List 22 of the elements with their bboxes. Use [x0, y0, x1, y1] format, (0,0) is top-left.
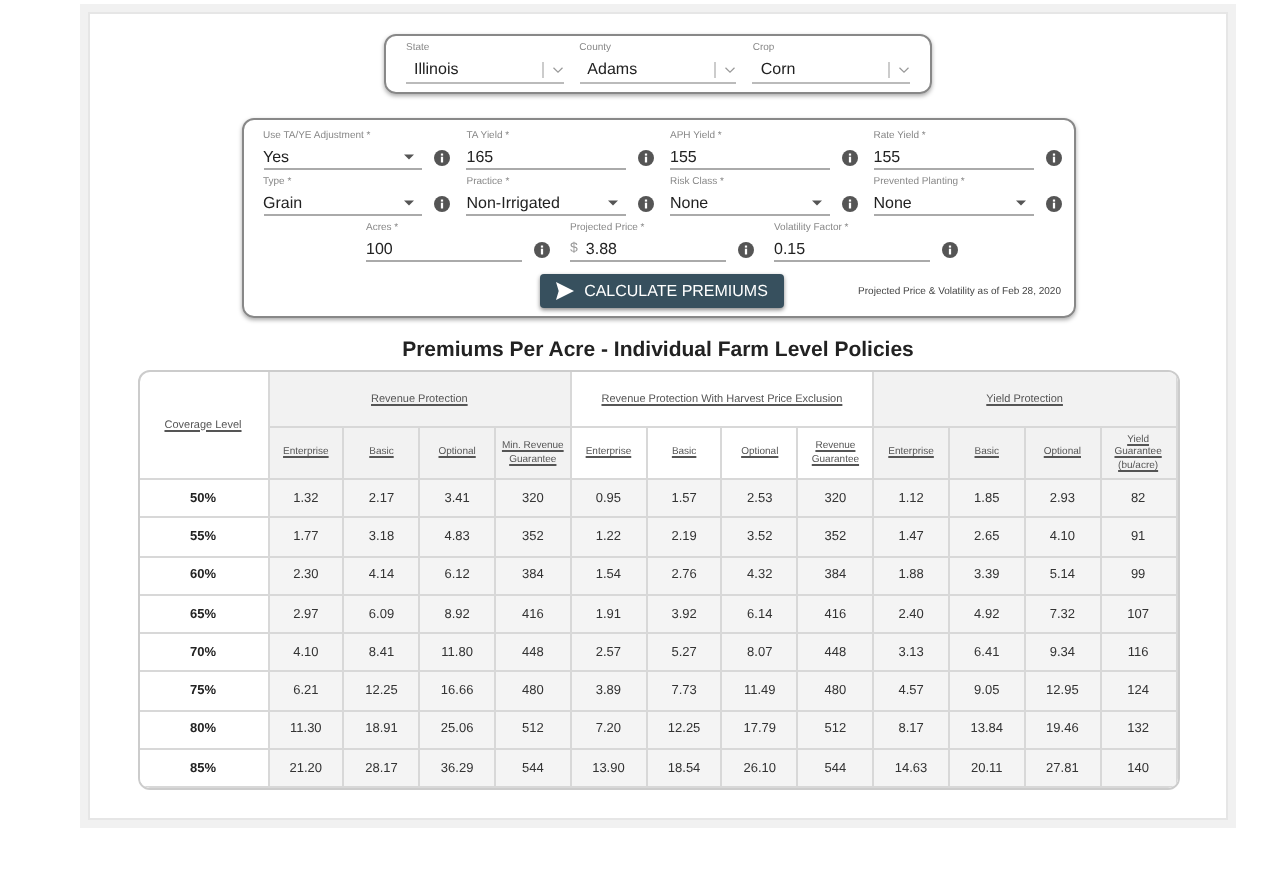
info-icon[interactable] [434, 150, 451, 166]
send-icon [556, 282, 575, 300]
info-icon[interactable] [638, 150, 654, 166]
caret-icon [811, 199, 822, 205]
caret-icon [404, 199, 415, 205]
info-icon[interactable] [841, 196, 858, 212]
info-icon[interactable] [534, 242, 550, 258]
calculate-button[interactable]: CALCULATE PREMIUMS [540, 274, 784, 308]
info-icon[interactable] [1045, 150, 1061, 166]
info-icon[interactable] [841, 150, 858, 166]
caret-icon [608, 199, 618, 205]
info-icon[interactable] [434, 196, 451, 212]
info-icon[interactable] [1045, 196, 1061, 212]
chevron-icon [724, 65, 737, 73]
caret-icon [404, 153, 415, 159]
chevron-icon [551, 65, 564, 73]
table-title: Premiums Per Acre - Individual Farm Level Policies [402, 338, 914, 362]
info-icon[interactable] [638, 196, 654, 212]
info-icon[interactable] [942, 242, 958, 258]
info-icon[interactable] [738, 242, 754, 258]
chevron-icon [898, 65, 911, 73]
caret-icon [1015, 199, 1025, 205]
